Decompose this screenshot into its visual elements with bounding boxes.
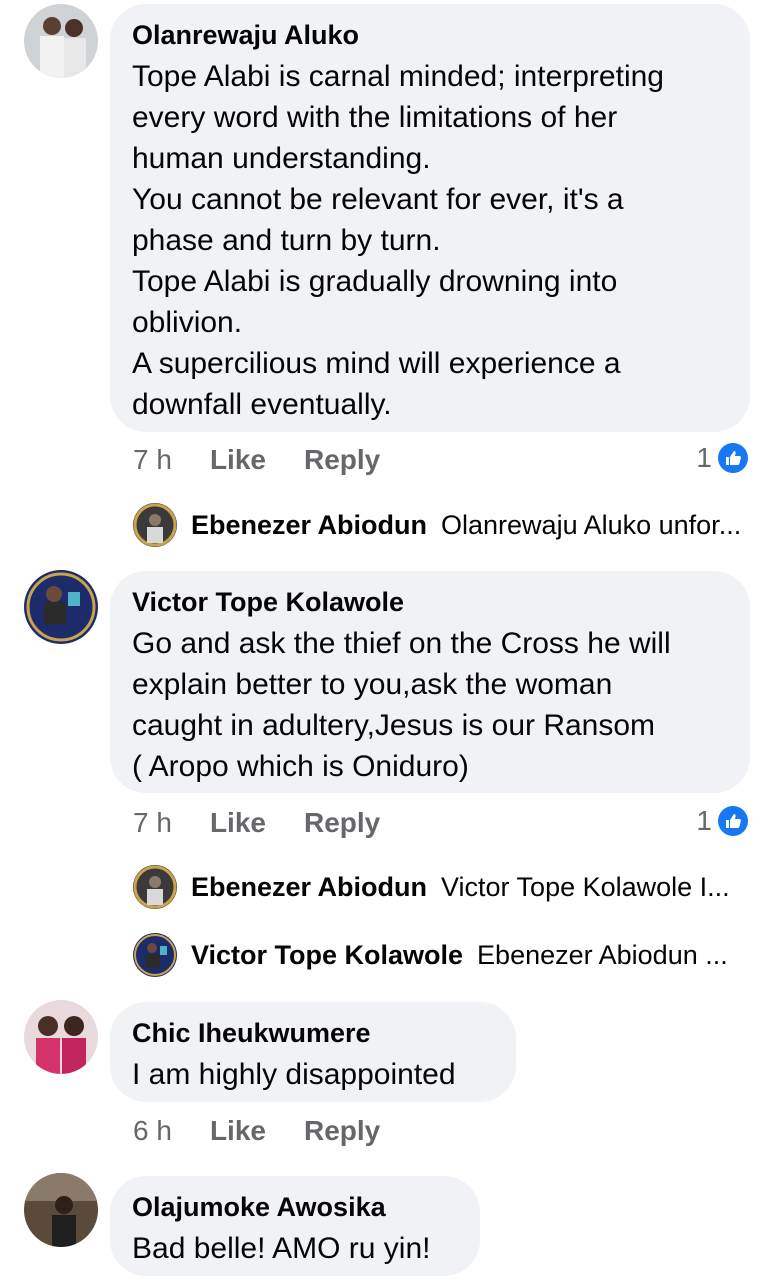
comment-bubble[interactable]: Olanrewaju Aluko Tope Alabi is carnal mi…	[110, 4, 750, 432]
avatar-image	[24, 1000, 98, 1074]
reply-preview[interactable]: Ebenezer Abiodun Victor Tope Kolawole I.…	[133, 865, 743, 909]
reply-snippet: Victor Tope Kolawole I...	[441, 871, 730, 902]
reply-snippet: Olanrewaju Aluko unfor...	[441, 509, 742, 540]
comment-author[interactable]: Chic Iheukwumere	[132, 1016, 494, 1050]
comment-bubble[interactable]: Victor Tope Kolawole Go and ask the thie…	[110, 571, 750, 793]
comment-author[interactable]: Olanrewaju Aluko	[132, 18, 728, 52]
reply-preview[interactable]: Victor Tope Kolawole Ebenezer Abiodun ..…	[133, 933, 743, 977]
reply-author[interactable]: Ebenezer Abiodun	[191, 872, 427, 903]
comment-text: I am highly disappointed	[132, 1058, 456, 1091]
avatar-ebenezer	[133, 865, 177, 909]
reply-author[interactable]: Victor Tope Kolawole	[191, 940, 463, 971]
reply-button[interactable]: Reply	[304, 807, 380, 839]
comment-text: Go and ask the thief on the Cross he wil…	[132, 627, 671, 783]
comment-actions: 7 h Like Reply	[133, 807, 380, 839]
comment-author[interactable]: Olajumoke Awosika	[132, 1190, 458, 1224]
avatar-olanrewaju[interactable]	[24, 4, 98, 78]
avatar-image	[24, 570, 98, 644]
comment-bubble[interactable]: Chic Iheukwumere I am highly disappointe…	[110, 1002, 516, 1102]
like-button[interactable]: Like	[210, 1115, 266, 1147]
like-button[interactable]: Like	[210, 807, 266, 839]
comment-time[interactable]: 6 h	[133, 1115, 172, 1147]
reply-button[interactable]: Reply	[304, 444, 380, 476]
comment-bubble[interactable]: Olajumoke Awosika Bad belle! AMO ru yin!	[110, 1176, 480, 1276]
avatar-victor[interactable]	[24, 570, 98, 644]
comment-time[interactable]: 7 h	[133, 807, 172, 839]
avatar-victor	[133, 933, 177, 977]
comment-time[interactable]: 7 h	[133, 444, 172, 476]
comment-text: Bad belle! AMO ru yin!	[132, 1232, 431, 1265]
reaction-number: 1	[696, 805, 712, 836]
avatar-image	[24, 4, 98, 78]
avatar-olajumoke[interactable]	[24, 1173, 98, 1247]
avatar-chic[interactable]	[24, 1000, 98, 1074]
avatar-image	[24, 1173, 98, 1247]
avatar-ebenezer	[133, 503, 177, 547]
thumbs-up-icon	[718, 443, 748, 473]
reply-button[interactable]: Reply	[304, 1115, 380, 1147]
reaction-number: 1	[696, 442, 712, 473]
comment-actions: 6 h Like Reply	[133, 1115, 380, 1147]
thumbs-up-icon	[718, 806, 748, 836]
comment-text: Tope Alabi is carnal minded; interpretin…	[132, 60, 664, 421]
reaction-count[interactable]: 1	[696, 805, 748, 837]
reply-snippet: Ebenezer Abiodun ...	[477, 939, 728, 970]
reaction-count[interactable]: 1	[696, 442, 748, 474]
reply-preview[interactable]: Ebenezer Abiodun Olanrewaju Aluko unfor.…	[133, 503, 743, 547]
like-button[interactable]: Like	[210, 444, 266, 476]
comment-actions: 7 h Like Reply	[133, 444, 380, 476]
comment-author[interactable]: Victor Tope Kolawole	[132, 585, 728, 619]
reply-author[interactable]: Ebenezer Abiodun	[191, 510, 427, 541]
